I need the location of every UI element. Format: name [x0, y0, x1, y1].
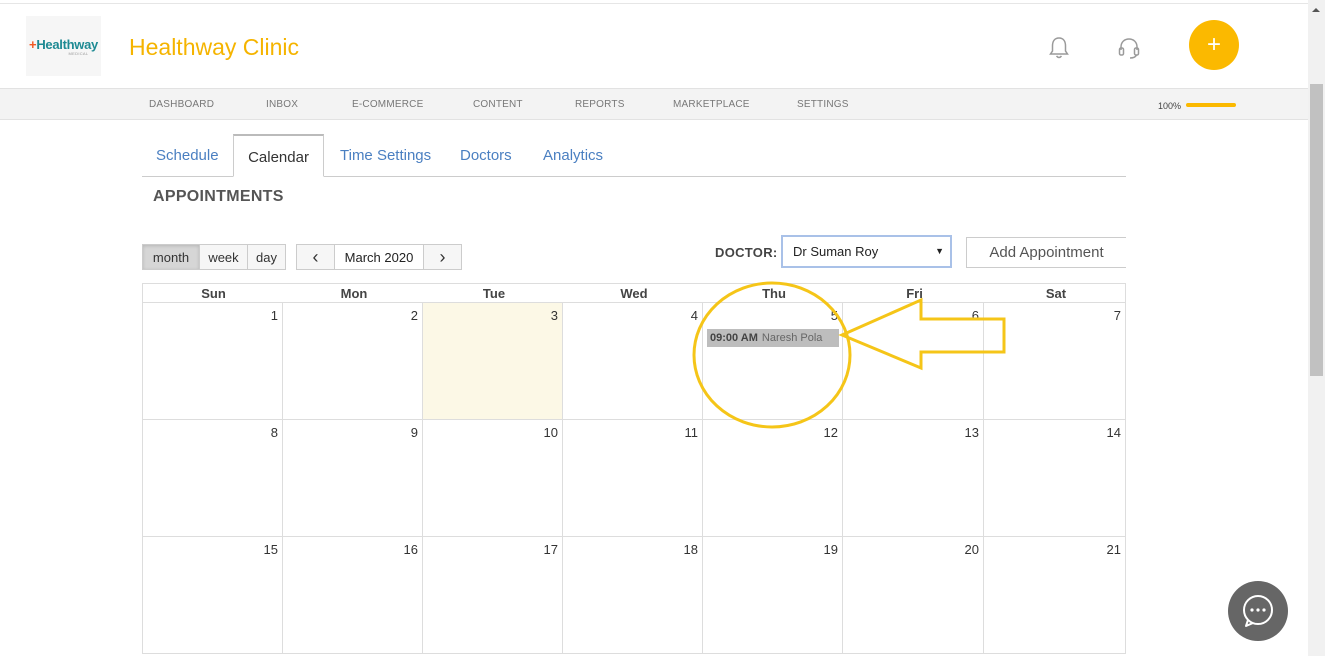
calendar-day-cell[interactable]: 4	[563, 303, 703, 420]
page: +Healthway MEDICAL Healthway Clinic + DA…	[0, 0, 1325, 656]
tab-time-settings[interactable]: Time Settings	[340, 147, 431, 164]
day-number: 16	[403, 542, 418, 557]
calendar-day-cell[interactable]: 14	[984, 420, 1126, 537]
calendar-day-cell[interactable]: 9	[283, 420, 423, 537]
calendar-day-cell[interactable]: 20	[843, 537, 984, 654]
day-number: 3	[550, 308, 558, 323]
day-number: 19	[823, 542, 838, 557]
scroll-thumb[interactable]	[1310, 84, 1323, 376]
doctor-label: DOCTOR:	[715, 245, 778, 260]
nav-marketplace[interactable]: MARKETPLACE	[673, 99, 750, 110]
day-number: 15	[263, 542, 278, 557]
calendar-day-cell[interactable]: 3	[423, 303, 563, 420]
nav-inbox[interactable]: INBOX	[266, 99, 298, 110]
prev-button[interactable]: ‹	[296, 244, 335, 270]
next-button[interactable]: ›	[423, 244, 462, 270]
calendar-day-cell[interactable]: 21	[984, 537, 1126, 654]
add-button[interactable]: +	[1189, 20, 1239, 70]
chat-button[interactable]	[1228, 581, 1288, 641]
logo-wordmark: +Healthway	[29, 36, 98, 52]
chevron-left-icon: ‹	[312, 246, 319, 267]
day-number: 14	[1106, 425, 1121, 440]
scroll-up-arrow-icon[interactable]	[1312, 8, 1320, 12]
calendar-day-cell[interactable]: 8	[142, 420, 283, 537]
day-number: 7	[1113, 308, 1121, 323]
calendar-day-cell[interactable]: 2	[283, 303, 423, 420]
day-number: 2	[410, 308, 418, 323]
view-week-button[interactable]: week	[199, 244, 248, 270]
dropdown-caret-icon: ▼	[935, 246, 944, 256]
vertical-scrollbar[interactable]	[1308, 0, 1325, 656]
zoom-progress-fill	[1186, 103, 1236, 107]
view-day-button[interactable]: day	[247, 244, 286, 270]
tab-doctors[interactable]: Doctors	[460, 147, 512, 164]
add-appointment-button[interactable]: Add Appointment	[966, 237, 1126, 268]
calendar-day-cell[interactable]: 16	[283, 537, 423, 654]
calendar-day-cell[interactable]: 19	[703, 537, 843, 654]
day-number: 20	[964, 542, 979, 557]
day-of-week-tue: Tue	[482, 286, 506, 301]
clinic-name: Healthway Clinic	[129, 34, 300, 60]
doctor-select[interactable]: Dr Suman Roy ▼	[781, 235, 952, 268]
annotation-overlay	[692, 281, 1006, 429]
tab-analytics[interactable]: Analytics	[543, 147, 603, 164]
plus-icon: +	[1206, 31, 1221, 58]
app-header: +Healthway MEDICAL Healthway Clinic +	[0, 4, 1308, 88]
zoom-progress-bar	[1186, 103, 1236, 107]
annotation-arrow	[838, 297, 1006, 371]
logo-subtext: MEDICAL	[68, 50, 89, 56]
calendar-day-cell[interactable]: 17	[423, 537, 563, 654]
tab-schedule[interactable]: Schedule	[156, 147, 219, 164]
nav-ecommerce[interactable]: E-COMMERCE	[352, 99, 423, 110]
calendar-day-cell[interactable]: 12	[703, 420, 843, 537]
section-title: APPOINTMENTS	[153, 188, 284, 205]
calendar-day-cell[interactable]: 18	[563, 537, 703, 654]
calendar-day-cell[interactable]: 15	[142, 537, 283, 654]
day-number: 17	[543, 542, 558, 557]
doctor-select-value: Dr Suman Roy	[793, 244, 879, 259]
nav-content[interactable]: CONTENT	[473, 99, 523, 110]
zoom-label: 100%	[1158, 101, 1182, 111]
tab-calendar[interactable]: Calendar	[233, 134, 324, 177]
annotation-circle	[692, 281, 852, 429]
nav-reports[interactable]: REPORTS	[575, 99, 625, 110]
clinic-logo[interactable]: +Healthway MEDICAL	[26, 16, 101, 76]
day-of-week-mon: Mon	[340, 286, 368, 301]
calendar-day-cell[interactable]: 13	[843, 420, 984, 537]
view-month-button[interactable]: month	[142, 244, 200, 270]
current-period: March 2020	[334, 244, 424, 270]
chat-icon	[1243, 595, 1273, 627]
bell-icon[interactable]	[1048, 36, 1070, 60]
nav-settings[interactable]: SETTINGS	[797, 99, 849, 110]
day-number: 10	[543, 425, 558, 440]
main-nav: DASHBOARD INBOX E-COMMERCE CONTENT REPOR…	[0, 88, 1308, 120]
chevron-right-icon: ›	[439, 246, 446, 267]
day-number: 21	[1106, 542, 1121, 557]
day-of-week-wed: Wed	[620, 286, 648, 301]
calendar-day-cell[interactable]: 10	[423, 420, 563, 537]
headset-icon[interactable]	[1117, 36, 1141, 60]
nav-dashboard[interactable]: DASHBOARD	[149, 99, 214, 110]
day-of-week-sun: Sun	[201, 286, 226, 301]
calendar-day-cell[interactable]: 1	[142, 303, 283, 420]
day-number: 9	[410, 425, 418, 440]
day-number: 18	[683, 542, 698, 557]
calendar-day-cell[interactable]: 11	[563, 420, 703, 537]
day-number: 8	[270, 425, 278, 440]
day-number: 1	[270, 308, 278, 323]
